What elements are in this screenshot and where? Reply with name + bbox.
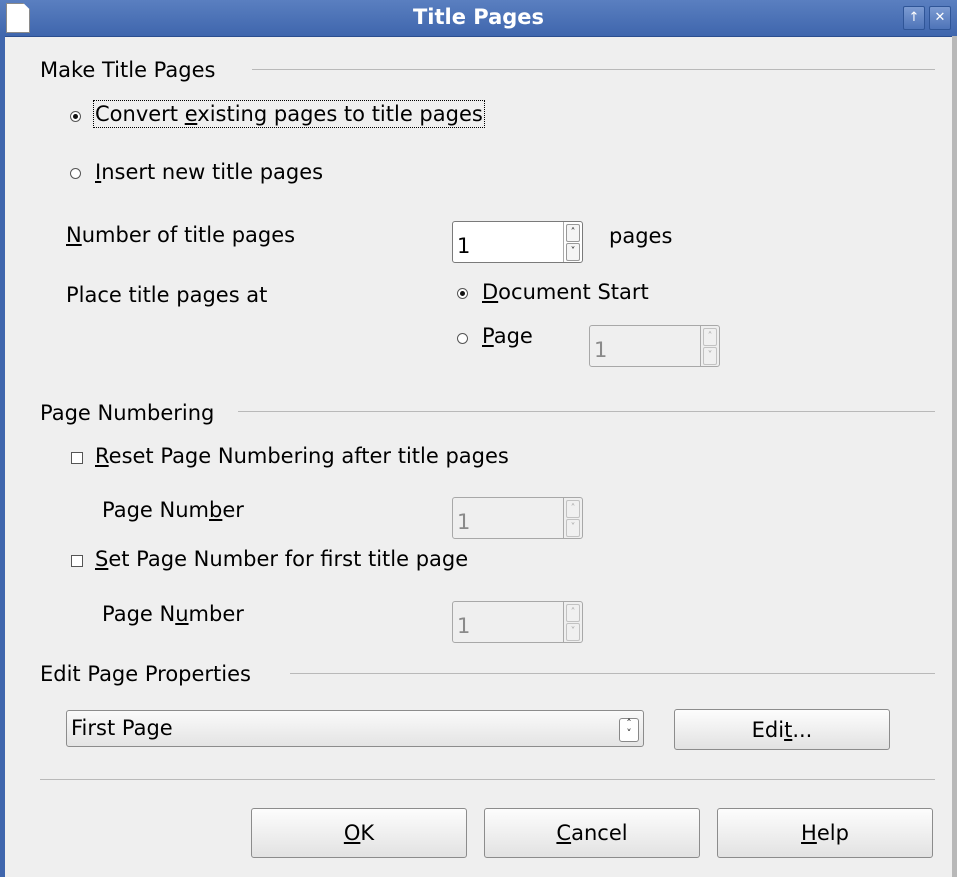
make-title-pages-header: Make Title Pages [40,58,216,82]
title-bar[interactable]: Title Pages ↑ ✕ [0,0,957,37]
spin-down-icon[interactable]: ˅ [566,519,580,537]
page-numbering-header: Page Numbering [40,401,215,425]
page-style-value: First Page [71,716,173,740]
reset-numbering-label[interactable]: Reset Page Numbering after title pages [95,444,509,468]
place-title-pages-label: Place title pages at [66,283,268,307]
set-first-page-number-checkbox[interactable] [71,555,83,567]
reset-page-number-value: 1 [457,510,471,534]
page-radio[interactable] [457,333,468,344]
set-first-page-number-label[interactable]: Set Page Number for first title page [95,547,468,571]
spin-up-icon[interactable]: ˄ [566,500,580,518]
edit-page-properties-header: Edit Page Properties [40,662,251,686]
ok-button[interactable]: OK [251,808,467,858]
spin-up-icon[interactable]: ˄ [703,328,717,346]
number-of-title-pages-value: 1 [457,234,471,258]
document-start-label[interactable]: Document Start [482,280,649,304]
chevron-updown-icon: ˄ ˅ [619,718,639,742]
insert-new-radio[interactable] [70,168,81,179]
window-frame-right [952,36,957,877]
cancel-button[interactable]: Cancel [484,808,700,858]
page-position-value: 1 [594,338,608,362]
page-label[interactable]: Page [482,324,533,348]
reset-page-number-spin[interactable]: 1 ˄ ˅ [452,497,583,539]
reset-numbering-checkbox[interactable] [71,452,83,464]
page-style-combo[interactable]: First Page ˄ ˅ [66,710,644,747]
number-of-title-pages-spin[interactable]: 1 ˄ ˅ [452,221,583,263]
edit-page-properties-divider [290,673,935,674]
convert-existing-radio[interactable] [70,111,81,122]
spin-up-icon[interactable]: ˄ [566,224,580,242]
bottom-divider [40,779,935,780]
number-of-title-pages-label: Number of title pages [66,223,296,247]
edit-button[interactable]: Edit... [674,709,890,750]
window-frame-left [0,36,5,877]
help-button[interactable]: Help [717,808,933,858]
spin-down-icon[interactable]: ˅ [566,243,580,261]
page-position-spin[interactable]: 1 ˄ ˅ [589,325,720,367]
insert-new-label[interactable]: Insert new title pages [95,160,323,184]
spin-down-icon[interactable]: ˅ [566,623,580,641]
document-start-radio[interactable] [457,288,468,299]
spin-down-icon[interactable]: ˅ [703,347,717,365]
up-arrow-icon[interactable]: ↑ [903,6,925,30]
window-title: Title Pages [412,5,545,29]
convert-existing-label[interactable]: Convert existing pages to title pages [93,100,485,128]
first-page-number-value: 1 [457,614,471,638]
spin-up-icon[interactable]: ˄ [566,604,580,622]
reset-page-number-label: Page Number [102,498,244,522]
first-page-number-label: Page Number [102,602,244,626]
close-icon[interactable]: ✕ [929,6,951,30]
first-page-number-spin[interactable]: 1 ˄ ˅ [452,601,583,643]
page-numbering-divider [238,411,935,412]
pages-unit-label: pages [609,224,673,248]
make-title-pages-divider [252,69,935,70]
